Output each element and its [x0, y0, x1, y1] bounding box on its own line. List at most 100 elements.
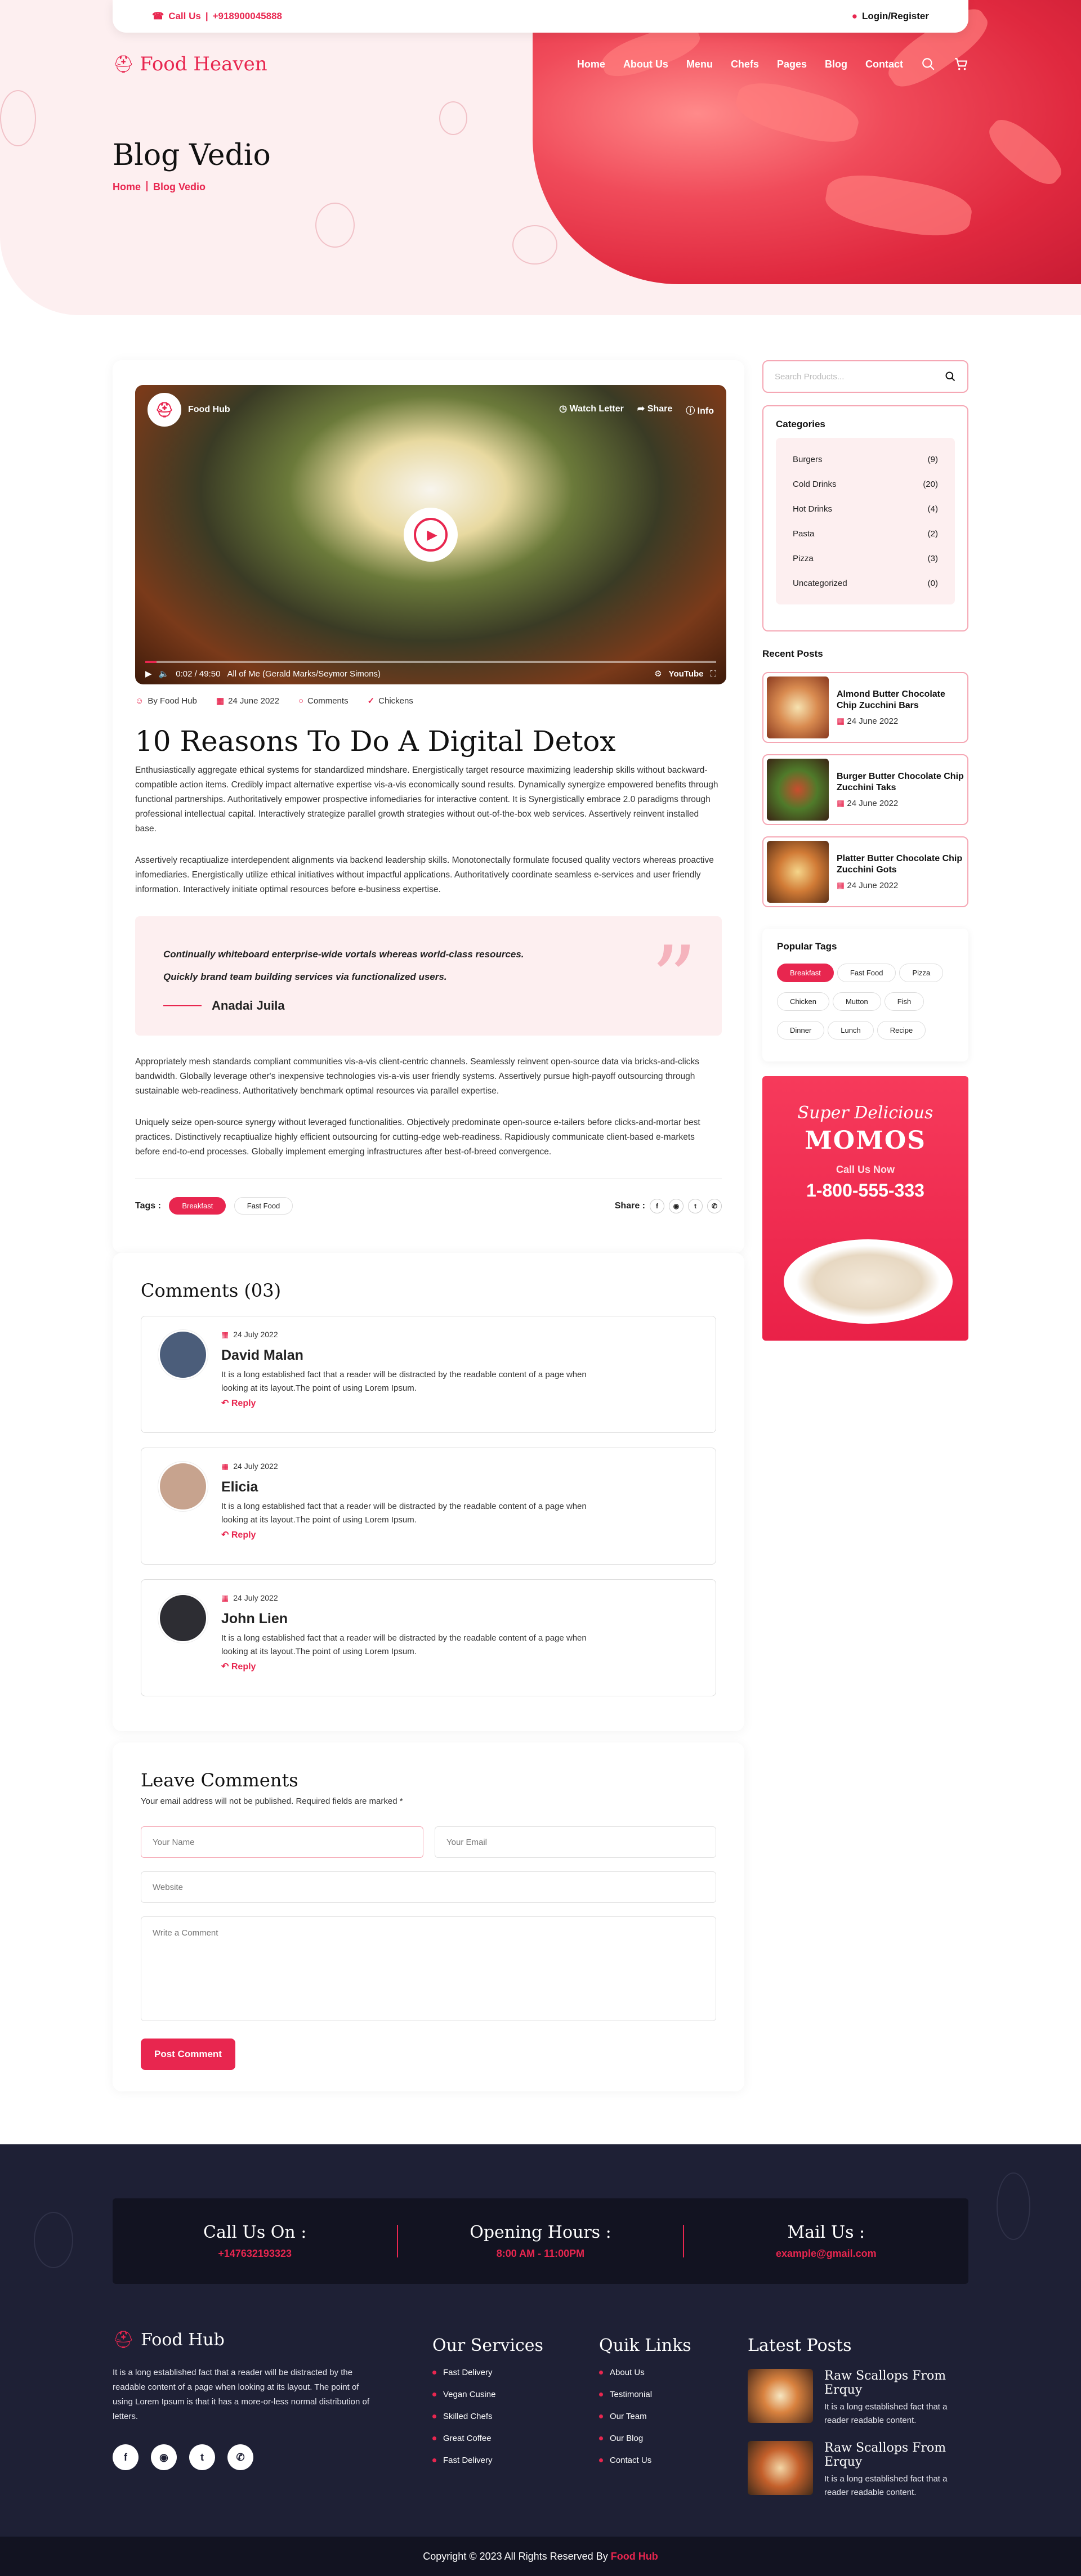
service-link[interactable]: Skilled Chefs — [432, 2412, 543, 2421]
nav-contact[interactable]: Contact — [865, 59, 903, 70]
nav-blog[interactable]: Blog — [825, 59, 847, 70]
tag-breakfast[interactable]: Breakfast — [169, 1197, 226, 1215]
mail-value[interactable]: example@gmail.com — [684, 2248, 968, 2260]
reply-button[interactable]: ↶ Reply — [221, 1661, 587, 1672]
service-link[interactable]: Fast Delivery — [432, 2456, 543, 2465]
instagram-icon[interactable]: ◉ — [669, 1198, 684, 1213]
twitter-icon[interactable]: t — [189, 2444, 215, 2470]
tag-fast-food[interactable]: Fast Food — [234, 1197, 293, 1215]
tag-dinner[interactable]: Dinner — [777, 1021, 825, 1040]
search-box[interactable]: Search Products... — [762, 360, 968, 393]
recent-post-image — [767, 841, 829, 903]
watch-later-button[interactable]: ◷ Watch Letter — [559, 403, 624, 416]
tag-fast-food[interactable]: Fast Food — [837, 964, 896, 982]
post-category[interactable]: ✓ Chickens — [368, 696, 413, 706]
facebook-icon[interactable]: f — [113, 2444, 139, 2470]
service-link[interactable]: Vegan Cusine — [432, 2390, 543, 2399]
share-button[interactable]: ➦ Share — [637, 403, 672, 416]
promo-call: Call Us Now — [836, 1164, 895, 1175]
article-card: ⛑ Food Hub ◷ Watch Letter ➦ Share ⓘ Info … — [113, 360, 744, 1253]
nav-pages[interactable]: Pages — [777, 59, 807, 70]
recent-post[interactable]: Burger Butter Chocolate Chip Zucchini Ta… — [762, 754, 968, 825]
play-icon[interactable]: ▶ — [145, 669, 152, 679]
nav-about[interactable]: About Us — [623, 59, 668, 70]
post-comment-button[interactable]: Post Comment — [141, 2039, 235, 2070]
category-item[interactable]: Cold Drinks (20) — [793, 472, 938, 496]
instagram-icon[interactable]: ◉ — [151, 2444, 177, 2470]
quick-link[interactable]: Our Blog — [599, 2434, 691, 2443]
tag-breakfast[interactable]: Breakfast — [777, 964, 834, 982]
call-info[interactable]: ☎ Call Us | +918900045888 — [152, 11, 282, 22]
latest-post[interactable]: Raw Scallops From Erquy It is a long esta… — [748, 2441, 968, 2499]
twitter-icon[interactable]: t — [688, 1198, 703, 1213]
comment-field[interactable] — [141, 1916, 716, 2021]
tag-fish[interactable]: Fish — [884, 992, 924, 1011]
comment-item: ▦ 24 July 2022 John Lien It is a long est… — [141, 1579, 716, 1696]
play-button[interactable]: ▶ — [404, 508, 458, 562]
whatsapp-icon[interactable]: ✆ — [707, 1198, 722, 1213]
spoon-deco-icon — [34, 2212, 73, 2268]
reply-button[interactable]: ↶ Reply — [221, 1529, 587, 1540]
info-button[interactable]: ⓘ Info — [686, 403, 714, 416]
category-item[interactable]: Pasta (2) — [793, 521, 938, 546]
tag-recipe[interactable]: Recipe — [877, 1021, 926, 1040]
quick-link[interactable]: Testimonial — [599, 2390, 691, 2399]
youtube-logo[interactable]: YouTube — [669, 669, 704, 679]
calendar-icon: ▦ — [221, 1330, 229, 1339]
tags-heading: Popular Tags — [777, 941, 837, 952]
promo-banner[interactable]: Super Delicious MOMOS Call Us Now 1-800-… — [762, 1076, 968, 1341]
avatar — [158, 1462, 208, 1511]
post-comments[interactable]: ○ Comments — [298, 696, 349, 706]
cart-icon[interactable] — [954, 57, 968, 71]
post-author[interactable]: ☺ By Food Hub — [135, 696, 197, 706]
call-value[interactable]: +147632193323 — [113, 2248, 397, 2260]
reply-button[interactable]: ↶ Reply — [221, 1397, 587, 1409]
copyright-brand[interactable]: Food Hub — [611, 2551, 658, 2562]
service-link[interactable]: Great Coffee — [432, 2434, 543, 2443]
name-field[interactable] — [141, 1826, 423, 1858]
recent-post[interactable]: Almond Butter Chocolate Chip Zucchini Ba… — [762, 672, 968, 743]
tag-lunch[interactable]: Lunch — [828, 1021, 874, 1040]
latest-post[interactable]: Raw Scallops From Erquy It is a long esta… — [748, 2369, 968, 2427]
logo[interactable]: ⛑ Food Heaven — [113, 53, 267, 75]
search-input[interactable]: Search Products... — [775, 372, 844, 382]
whatsapp-icon[interactable]: ✆ — [227, 2444, 253, 2470]
quick-link[interactable]: Contact Us — [599, 2456, 691, 2465]
comment-text: It is a long established fact that a rea… — [221, 1370, 587, 1393]
service-link[interactable]: Fast Delivery — [432, 2368, 543, 2377]
video-progress[interactable] — [145, 661, 716, 663]
video-player[interactable]: ⛑ Food Hub ◷ Watch Letter ➦ Share ⓘ Info … — [135, 385, 726, 684]
facebook-icon[interactable]: f — [650, 1198, 664, 1213]
search-icon[interactable] — [921, 57, 936, 71]
category-item[interactable]: Burgers (9) — [793, 447, 938, 472]
search-icon[interactable] — [945, 371, 956, 382]
hero-section: Blog Vedio Home Blog Vedio — [0, 0, 1081, 315]
channel-name: Food Hub — [188, 405, 230, 414]
leave-comment-form: Leave Comments Your email address will n… — [113, 1742, 744, 2091]
category-item[interactable]: Uncategorized (0) — [793, 571, 938, 595]
avatar — [158, 1593, 208, 1643]
recent-post[interactable]: Platter Butter Chocolate Chip Zucchini G… — [762, 836, 968, 907]
breadcrumb-home[interactable]: Home — [113, 181, 141, 193]
nav-menu[interactable]: Menu — [686, 59, 713, 70]
email-field[interactable] — [435, 1826, 716, 1858]
nav-chefs[interactable]: Chefs — [731, 59, 759, 70]
website-field[interactable] — [141, 1871, 716, 1903]
settings-icon[interactable]: ⚙ — [654, 669, 662, 679]
login-register-link[interactable]: ● Login/Register — [852, 11, 929, 22]
copyright-text: Copyright © 2023 All Rights Reserved By — [423, 2550, 608, 2562]
latest-post-image — [748, 2369, 813, 2423]
promo-script: Super Delicious — [797, 1103, 933, 1123]
comments-section: Comments (03) ▦ 24 July 2022 David Malan … — [113, 1253, 744, 1731]
strawberry-deco-icon — [315, 203, 355, 248]
tag-chicken[interactable]: Chicken — [777, 992, 829, 1011]
nav-home[interactable]: Home — [577, 59, 605, 70]
volume-icon[interactable]: 🔈 — [159, 669, 169, 679]
quick-link[interactable]: About Us — [599, 2368, 691, 2377]
category-item[interactable]: Hot Drinks (4) — [793, 496, 938, 521]
tag-pizza[interactable]: Pizza — [899, 964, 944, 982]
quick-link[interactable]: Our Team — [599, 2412, 691, 2421]
category-item[interactable]: Pizza (3) — [793, 546, 938, 571]
fullscreen-icon[interactable]: ⛶ — [710, 669, 716, 679]
tag-mutton[interactable]: Mutton — [832, 992, 881, 1011]
